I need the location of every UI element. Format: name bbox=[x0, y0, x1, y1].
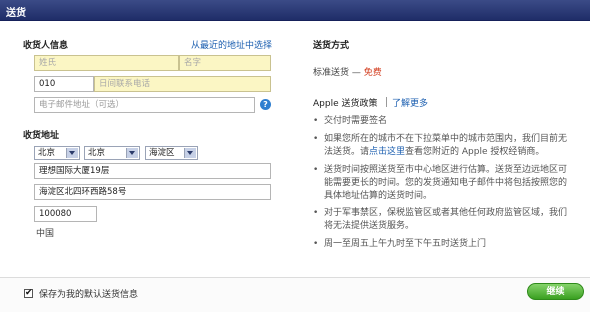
district-value: 海淀区 bbox=[149, 148, 175, 158]
postcode-input[interactable]: 100080 bbox=[34, 206, 97, 222]
province-value: 北京 bbox=[38, 148, 56, 158]
click-here-link[interactable]: 点击这里 bbox=[369, 147, 405, 157]
shipping-price: 免费 bbox=[363, 68, 382, 78]
city-value: 北京 bbox=[88, 148, 106, 158]
question-mark-icon[interactable]: ? bbox=[260, 99, 271, 110]
bullet-dot: • bbox=[313, 165, 319, 175]
save-default-label[interactable]: 保存为我的默认送货信息 bbox=[39, 287, 138, 300]
recipient-section-title: 收货人信息 bbox=[23, 41, 69, 51]
shipping-method-label: 标准送货 — bbox=[313, 68, 361, 78]
last-name-input[interactable]: 姓氏 bbox=[34, 55, 179, 71]
address-line2-input[interactable]: 海淀区北四环西路58号 bbox=[34, 184, 271, 200]
city-select[interactable]: 北京 bbox=[84, 146, 140, 160]
dialog-footer: ✔ 保存为我的默认送货信息 继续 bbox=[0, 277, 590, 312]
chevron-down-icon bbox=[66, 148, 78, 158]
province-select[interactable]: 北京 bbox=[34, 146, 80, 160]
shipping-policy-heading: Apple 送货政策 bbox=[313, 96, 377, 109]
bullet-dot: • bbox=[313, 208, 319, 218]
phone-input[interactable]: 日间联系电话 bbox=[94, 76, 271, 92]
address-line1-input[interactable]: 理想国际大厦19层 bbox=[34, 163, 271, 179]
policy-title: Apple 送货政策 bbox=[313, 99, 378, 109]
continue-button[interactable]: 继续 bbox=[527, 283, 584, 300]
policy-bullet-text: 交付时需要签名 bbox=[324, 116, 388, 126]
policy-bullet: • 对于军事禁区，保税监管区或者其他任何政府监管区域，我们将无法提供送货服务。 bbox=[313, 207, 575, 233]
policy-bullet: • 送货时间按照送货至市中心地区进行估算。送货至边远地区可能需要更长的时间。您的… bbox=[313, 164, 575, 203]
shipping-method-title: 送货方式 bbox=[313, 41, 350, 51]
bullet-dot: • bbox=[313, 116, 319, 126]
area-code-input[interactable]: 010 bbox=[34, 76, 94, 92]
bullet-dot: • bbox=[313, 239, 319, 249]
first-name-input[interactable]: 名字 bbox=[179, 55, 271, 71]
learn-more-link[interactable]: 了解更多 bbox=[392, 96, 428, 109]
policy-bullet-text: 周一至周五上午九时至下午五时送货上门 bbox=[324, 239, 487, 249]
country-label: 中国 bbox=[36, 229, 55, 239]
dialog-header: 送货 bbox=[0, 0, 590, 21]
policy-bullet-text: 对于军事禁区，保税监管区或者其他任何政府监管区域，我们将无法提供送货服务。 bbox=[324, 208, 568, 231]
divider bbox=[386, 97, 387, 107]
policy-bullet: • 如果您所在的城市不在下拉菜单中的城市范围内，我们目前无法送货。请点击这里查看… bbox=[313, 133, 575, 159]
choose-recent-address-link[interactable]: 从最近的地址中选择 bbox=[191, 38, 272, 51]
chevron-down-icon bbox=[184, 148, 196, 158]
dialog-title: 送货 bbox=[6, 8, 26, 19]
policy-bullet: • 周一至周五上午九时至下午五时送货上门 bbox=[313, 238, 575, 251]
shipping-method: 标准送货 — 免费 bbox=[313, 65, 382, 78]
policy-bullet-text: 送货时间按照送货至市中心地区进行估算。送货至边远地区可能需要更长的时间。您的发货… bbox=[324, 165, 568, 201]
email-input[interactable]: 电子邮件地址（可选） bbox=[34, 97, 255, 113]
district-select[interactable]: 海淀区 bbox=[145, 146, 198, 160]
bullet-dot: • bbox=[313, 134, 319, 144]
policy-bullet: • 交付时需要签名 bbox=[313, 115, 575, 128]
save-default-checkbox[interactable]: ✔ bbox=[24, 289, 33, 298]
policy-bullet-text-post: 查看您附近的 Apple 授权经销商。 bbox=[405, 147, 545, 157]
address-section-title: 收货地址 bbox=[23, 131, 60, 141]
chevron-down-icon bbox=[126, 148, 138, 158]
policy-bullet-text: 如果您所在的城市不在下拉菜单中的城市范围内，我们目前无法送货。请点击这里查看您附… bbox=[324, 133, 575, 159]
